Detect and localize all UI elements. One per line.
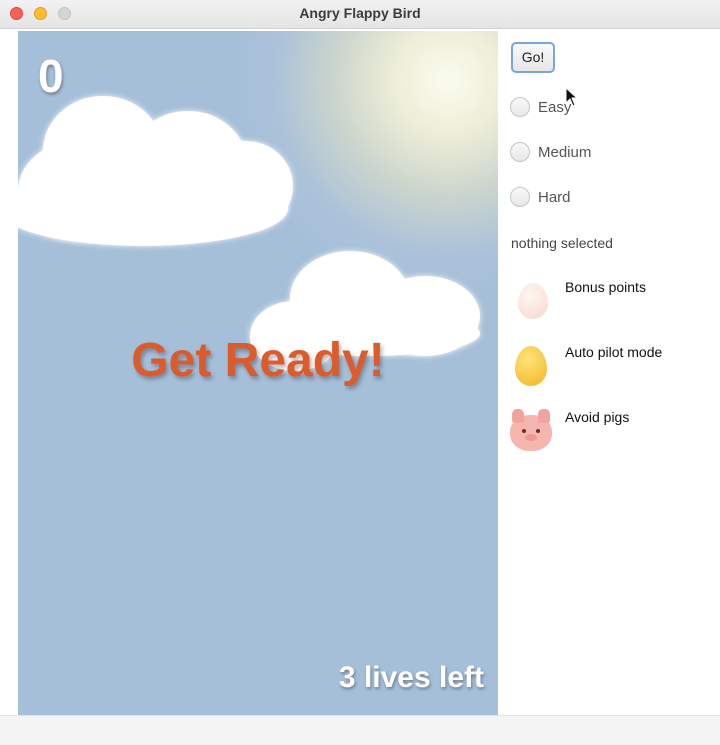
get-ready-message: Get Ready! <box>131 334 385 387</box>
game-canvas[interactable]: 0 Get Ready! 3 lives left <box>18 31 498 715</box>
mouse-pointer-icon <box>565 87 579 107</box>
selection-status: nothing selected <box>511 235 613 251</box>
radio-label-medium: Medium <box>538 144 592 161</box>
legend-item-autopilot: Auto pilot mode <box>510 344 710 388</box>
cloud-large <box>18 91 298 251</box>
radio-circle[interactable] <box>510 97 530 117</box>
title-bar: Angry Flappy Bird <box>0 0 720 29</box>
lives-remaining: 3 lives left <box>338 661 484 694</box>
window-title: Angry Flappy Bird <box>299 5 421 21</box>
golden-egg-icon <box>510 344 554 388</box>
pink-egg-icon <box>510 279 554 323</box>
radio-label-hard: Hard <box>538 189 571 206</box>
legend-label-autopilot: Auto pilot mode <box>565 344 663 360</box>
control-panel: Go! Easy Medium Hard nothing selected Bo… <box>498 31 720 715</box>
radio-circle[interactable] <box>510 142 530 162</box>
radio-circle[interactable] <box>510 187 530 207</box>
legend-item-pigs: Avoid pigs <box>510 409 710 453</box>
legend-item-bonus: Bonus points <box>510 279 710 323</box>
legend-label-pigs: Avoid pigs <box>565 409 630 425</box>
go-button[interactable]: Go! <box>511 42 555 73</box>
legend-label-bonus: Bonus points <box>565 279 646 295</box>
score-display: 0 <box>38 50 64 102</box>
pig-icon <box>510 409 554 453</box>
window-bottom-bar <box>0 715 720 745</box>
